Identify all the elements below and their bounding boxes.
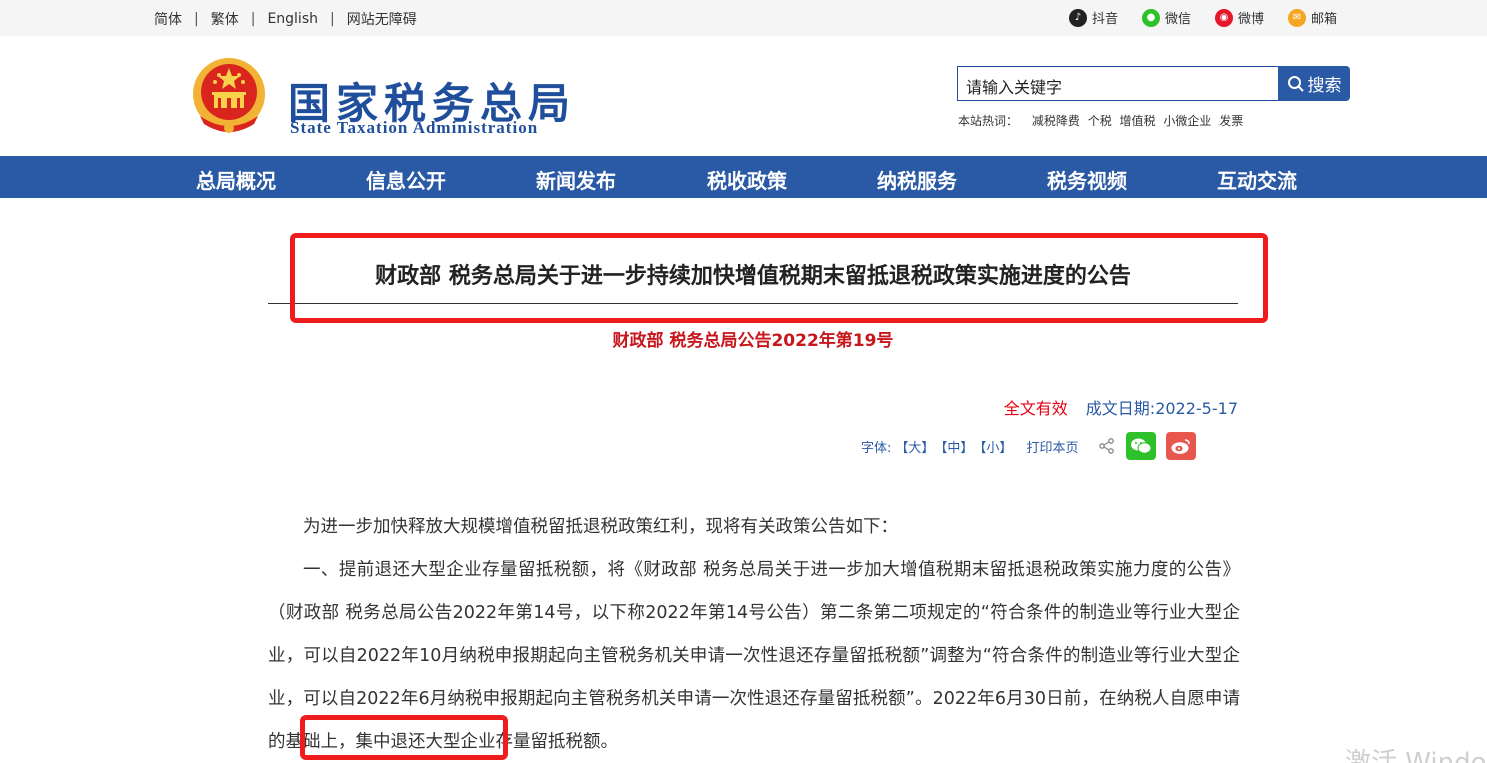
social-weibo[interactable]: ◉ 微博 [1214,8,1264,27]
main-nav: 总局概况 信息公开 新闻发布 税收政策 纳税服务 税务视频 互动交流 [0,156,1487,198]
divider: | [250,11,256,27]
national-emblem-icon[interactable] [188,54,270,138]
site-header: 国家税务总局 State Taxation Administration 请输入… [0,36,1487,156]
top-bar: 简体 | 繁体 | English | 网站无障碍 ♪ 抖音 ● 微信 ◉ 微博… [0,0,1487,36]
weibo-icon: ◉ [1214,8,1233,27]
share-icon[interactable] [1098,437,1116,455]
search-button-label: 搜索 [1307,76,1342,96]
font-medium-button[interactable]: 【中】 [934,437,973,456]
issue-date: 成文日期:2022-5-17 [1085,399,1238,418]
search-input[interactable]: 请输入关键字 [957,66,1279,101]
weibo-icon [1171,439,1191,454]
nav-item-tax-policy[interactable]: 税收政策 [707,165,787,194]
social-mail[interactable]: ✉ 邮箱 [1287,8,1337,27]
hot-words-label: 本站热词： [958,114,1019,128]
site-logo-subtitle: State Taxation Administration [290,118,539,137]
lang-simplified-link[interactable]: 简体 [154,9,182,29]
nav-item-taxpayer-service[interactable]: 纳税服务 [877,165,957,194]
nav-item-tax-video[interactable]: 税务视频 [1047,165,1127,194]
nav-item-interaction[interactable]: 互动交流 [1217,165,1297,194]
document-number: 财政部 税务总局公告2022年第19号 [612,331,894,351]
body-paragraph: 为进一步加快释放大规模增值税留抵退税政策红利，现将有关政策公告如下： [303,517,898,537]
article-meta: 全文有效 成文日期:2022-5-17 [1004,395,1238,419]
wechat-icon: ● [1141,8,1160,27]
lang-traditional-link[interactable]: 繁体 [211,9,239,29]
share-wechat-button[interactable] [1126,432,1157,460]
title-highlight-box [290,233,1268,323]
mail-icon: ✉ [1287,8,1306,27]
hot-word-link[interactable]: 增值税 [1120,114,1156,128]
hot-word-link[interactable]: 小微企业 [1163,114,1211,128]
social-wechat[interactable]: ● 微信 [1141,8,1191,27]
validity-status: 全文有效 [1003,399,1068,418]
print-button[interactable]: 打印本页 [1026,437,1078,456]
social-links: ♪ 抖音 ● 微信 ◉ 微博 ✉ 邮箱 [1045,8,1337,27]
social-label: 邮箱 [1310,12,1337,27]
lang-english-link[interactable]: English [267,11,318,27]
social-label: 抖音 [1091,12,1118,27]
share-weibo-button[interactable] [1166,432,1197,460]
divider: | [194,11,199,27]
hot-word-link[interactable]: 个税 [1088,114,1112,128]
search-icon [1287,75,1304,92]
nav-item-info-disclosure[interactable]: 信息公开 [366,165,446,194]
font-large-button[interactable]: 【大】 [895,437,934,456]
search-button[interactable]: 搜索 [1278,66,1350,101]
social-label: 微博 [1237,12,1264,27]
hot-word-link[interactable]: 发票 [1219,114,1243,128]
hot-word-link[interactable]: 减税降费 [1032,114,1080,128]
divider: | [330,11,335,27]
hot-words: 本站热词： 减税降费 个税 增值税 小微企业 发票 [958,112,1243,129]
wechat-icon [1131,438,1152,454]
language-switcher: 简体 | 繁体 | English | 网站无障碍 [154,9,417,29]
font-small-button[interactable]: 【小】 [973,437,1012,456]
font-size-label: 字体: [861,440,892,456]
article-tools: 字体: 【大】 【中】 【小】 打印本页 [861,432,1197,460]
nav-item-news[interactable]: 新闻发布 [536,165,616,194]
date-highlight-box [300,715,508,760]
social-douyin[interactable]: ♪ 抖音 [1068,8,1118,27]
accessibility-link[interactable]: 网站无障碍 [347,9,417,29]
nav-item-overview[interactable]: 总局概况 [196,165,276,194]
social-label: 微信 [1164,12,1191,27]
douyin-icon: ♪ [1068,8,1087,27]
activation-watermark: 激活 Windows [1345,748,1487,763]
